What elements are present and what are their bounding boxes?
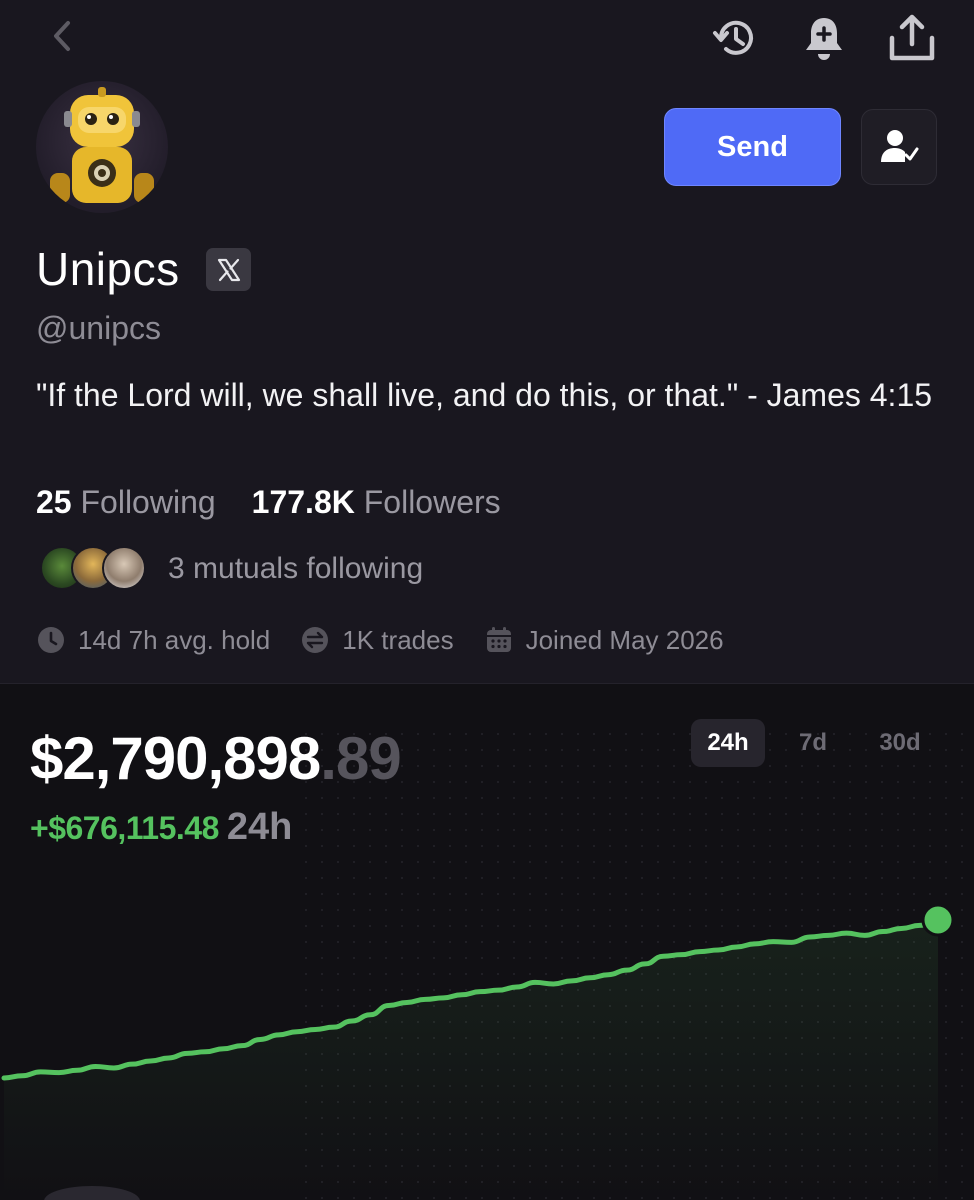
trades-text: 1K trades xyxy=(342,624,454,655)
avg-hold-item: 14d 7h avg. hold xyxy=(36,625,270,656)
share-button[interactable] xyxy=(882,8,942,68)
balance-change: +$676,115.48 24h xyxy=(30,806,292,849)
follow-stats: 25 Following 177.8K Followers xyxy=(36,484,501,521)
change-value: +$676,115.48 xyxy=(30,810,219,846)
history-icon xyxy=(713,20,753,55)
history-button[interactable] xyxy=(708,10,764,66)
robot-avatar-image xyxy=(50,87,154,203)
mutuals-text[interactable]: 3 mutuals following xyxy=(168,552,423,586)
follow-button[interactable] xyxy=(861,109,937,185)
share-icon xyxy=(889,14,935,61)
following-label: Following xyxy=(80,484,216,520)
following-count: 25 xyxy=(36,484,72,520)
profile-meta: 14d 7h avg. hold 1K trades Joined May 20… xyxy=(36,622,754,658)
send-button[interactable]: Send xyxy=(664,108,841,186)
tab-24h[interactable]: 24h xyxy=(691,719,765,767)
followers-label: Followers xyxy=(363,484,501,520)
profile-handle: @unipcs xyxy=(36,310,161,346)
user-check-icon xyxy=(881,130,919,162)
chevron-left-icon xyxy=(54,21,70,51)
trades-item: 1K trades xyxy=(300,624,454,656)
portfolio-balance: $2,790,898.89 xyxy=(30,724,402,793)
calendar-icon xyxy=(486,627,511,652)
swap-icon xyxy=(302,627,329,653)
chart-endpoint-dot xyxy=(921,903,955,937)
profile-avatar[interactable] xyxy=(36,81,168,213)
tab-30d[interactable]: 30d xyxy=(861,719,939,767)
mutual-avatar xyxy=(102,546,146,590)
notification-bell-button[interactable] xyxy=(796,10,852,66)
bell-plus-icon xyxy=(806,18,842,60)
following-stat[interactable]: 25 Following xyxy=(36,484,216,520)
followers-count: 177.8K xyxy=(251,484,355,520)
back-button[interactable] xyxy=(40,14,84,58)
avg-hold-text: 14d 7h avg. hold xyxy=(78,624,271,655)
tab-7d[interactable]: 7d xyxy=(765,719,861,767)
x-account-badge[interactable] xyxy=(206,248,251,291)
x-logo-icon xyxy=(217,258,240,281)
joined-text: Joined May 2026 xyxy=(525,624,724,655)
balance-cents: .89 xyxy=(320,725,401,792)
followers-stat[interactable]: 177.8K Followers xyxy=(252,484,501,520)
clock-icon xyxy=(38,627,64,653)
display-name: Unipcs xyxy=(36,243,180,295)
profile-bio: "If the Lord will, we shall live, and do… xyxy=(36,377,933,413)
mutuals-avatars[interactable] xyxy=(40,546,148,592)
joined-item: Joined May 2026 xyxy=(484,625,724,656)
balance-main: $2,790,898 xyxy=(30,725,321,792)
period-tabs: 24h 7d 30d xyxy=(691,719,939,767)
change-period: 24h xyxy=(226,806,293,848)
